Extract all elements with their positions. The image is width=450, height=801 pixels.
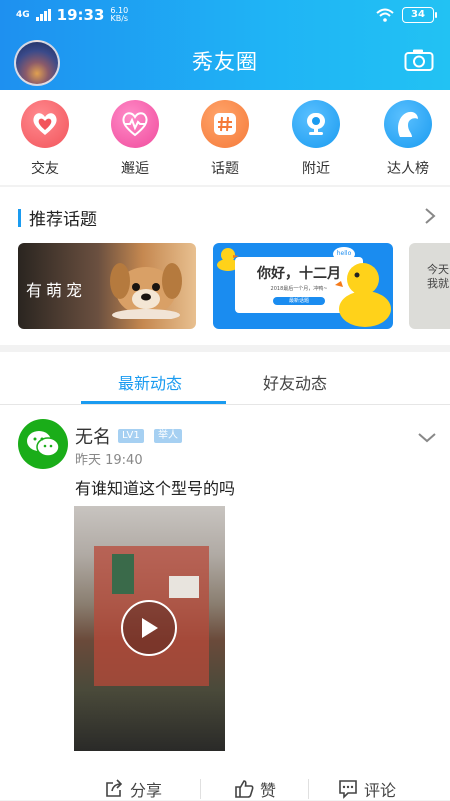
topic-card-pets[interactable]: 有萌宠 — [18, 243, 196, 329]
rank-badge: 举人 — [154, 429, 182, 443]
comment-button[interactable]: 评论 — [338, 777, 396, 801]
quick-link-ranking[interactable]: 达人榜 — [373, 100, 443, 178]
quick-link-nearby[interactable]: 附近 — [281, 100, 351, 178]
active-tab-indicator — [81, 401, 226, 404]
topic-card-pill: 最新话题 — [273, 297, 325, 305]
section-accent-bar — [18, 208, 21, 227]
quick-link-label: 附近 — [302, 161, 330, 177]
quick-link-label: 达人榜 — [387, 161, 429, 177]
like-button[interactable]: 赞 — [234, 777, 276, 801]
tab-latest[interactable]: 最新动态 — [118, 370, 182, 394]
play-button[interactable] — [121, 600, 177, 656]
like-label: 赞 — [260, 781, 277, 800]
quick-link-make-friends[interactable]: 交友 — [10, 100, 80, 178]
signal-icon — [35, 9, 51, 21]
chat-bubbles-icon — [27, 431, 60, 457]
recommended-topics: 推荐话题 有萌宠 你好，十二月 2018最后一个月，冲鸭~ 最新话题 hello — [0, 187, 450, 345]
post-time: 昨天 19:40 — [75, 453, 143, 468]
post-actions: 分享 赞 评论 — [0, 777, 450, 801]
video-thumbnail-detail — [169, 576, 199, 598]
quick-links: 交友 邂逅 话题 附近 达人榜 — [0, 90, 450, 185]
location-icon — [292, 100, 340, 148]
topic-card-december[interactable]: 你好，十二月 2018最后一个月，冲鸭~ 最新话题 hello — [213, 243, 393, 329]
status-bar: 4G 19:33 6.10 KB/s 34 — [0, 0, 450, 30]
rubber-duck-image — [335, 263, 391, 327]
feed-tabs: 最新动态 好友动态 — [0, 352, 450, 405]
divider — [200, 779, 201, 799]
play-icon — [142, 618, 158, 638]
level-badge: LV1 — [118, 429, 144, 443]
author-name[interactable]: 无名 — [75, 423, 111, 449]
heartbeat-icon — [111, 100, 159, 148]
feed-post: 无名 LV1 举人 昨天 19:40 有谁知道这个型号的吗 分享 赞 评论 — [0, 405, 450, 800]
author-avatar[interactable] — [18, 419, 68, 469]
page-title: 秀友圈 — [192, 50, 258, 74]
topic-card-title: 有萌宠 — [26, 281, 87, 300]
post-text: 有谁知道这个型号的吗 — [75, 479, 236, 498]
puppy-image — [110, 263, 182, 319]
quick-link-label: 邂逅 — [121, 161, 149, 177]
hashtag-icon — [201, 100, 249, 148]
share-label: 分享 — [130, 781, 163, 800]
chevron-down-icon[interactable] — [418, 433, 436, 443]
profile-icon — [384, 100, 432, 148]
quick-link-label: 交友 — [31, 161, 59, 177]
section-header: 推荐话题 — [18, 205, 97, 230]
share-button[interactable]: 分享 — [104, 777, 162, 801]
thumbs-up-icon — [235, 780, 254, 798]
battery-icon: 34 — [402, 7, 437, 23]
share-icon — [106, 779, 123, 797]
wifi-icon — [376, 8, 394, 22]
network-speed: 6.10 KB/s — [110, 6, 129, 23]
quick-link-encounter[interactable]: 邂逅 — [100, 100, 170, 178]
chevron-right-icon[interactable] — [424, 207, 436, 225]
quick-link-topics[interactable]: 话题 — [190, 100, 260, 178]
tab-friends[interactable]: 好友动态 — [263, 370, 327, 394]
heart-icon — [21, 100, 69, 148]
app-header: 4G 19:33 6.10 KB/s 34 秀友圈 — [0, 0, 450, 90]
video-thumbnail-detail — [112, 554, 134, 594]
camera-icon[interactable] — [404, 48, 434, 72]
network-type: 4G — [16, 9, 30, 20]
clock: 19:33 — [56, 6, 105, 24]
divider — [308, 779, 309, 799]
section-title: 推荐话题 — [29, 210, 97, 230]
post-video[interactable] — [74, 506, 225, 751]
topic-card-title: 今天我就 — [427, 263, 449, 290]
topic-card-today[interactable]: 今天我就 — [409, 243, 450, 329]
comment-label: 评论 — [364, 781, 397, 800]
comment-icon — [339, 780, 357, 799]
quick-link-label: 话题 — [211, 161, 239, 177]
